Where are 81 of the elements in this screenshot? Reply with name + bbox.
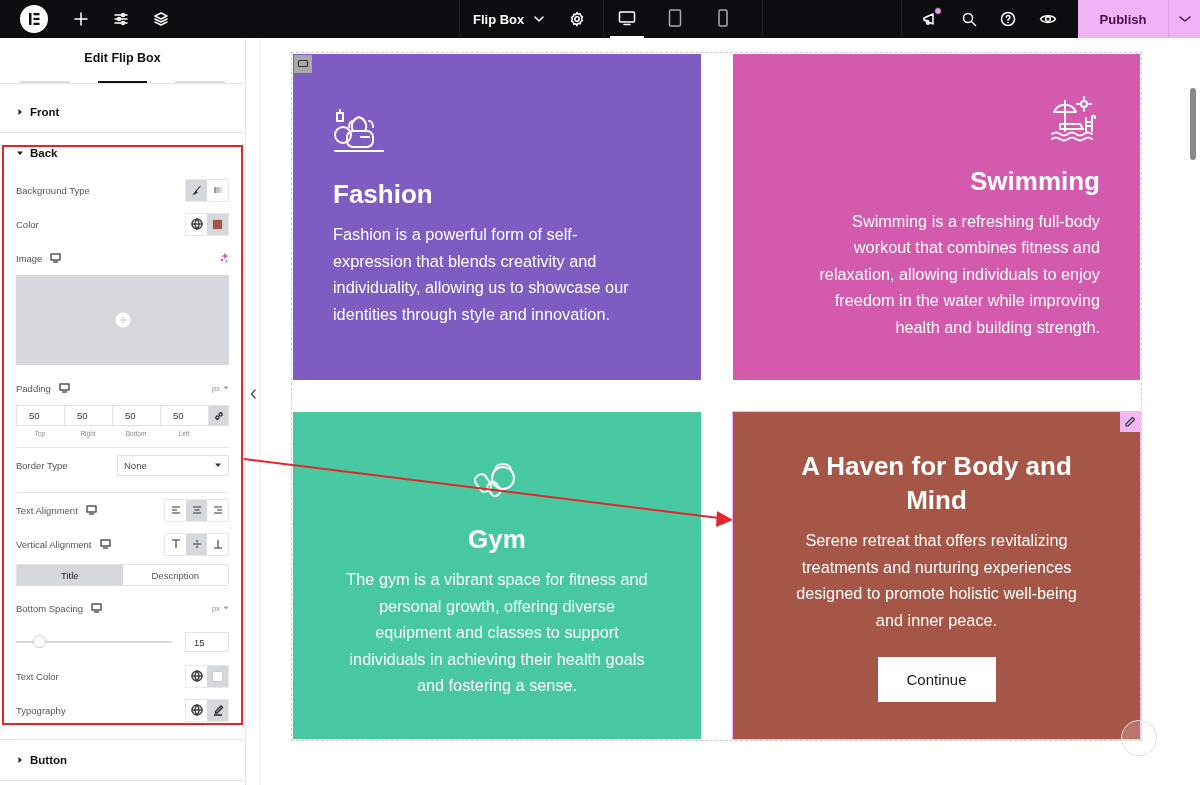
align-center-button[interactable] (186, 499, 207, 521)
desktop-icon[interactable] (50, 253, 62, 263)
section-header[interactable]: Front (0, 92, 245, 132)
align-bottom-icon[interactable] (211, 538, 224, 550)
desktop-icon[interactable] (99, 539, 111, 549)
control-label: Image (16, 252, 43, 264)
control-label: Background Type (16, 184, 90, 196)
settings-icon[interactable] (569, 11, 586, 27)
align-middle-icon[interactable] (190, 538, 203, 550)
align-center-icon[interactable] (190, 504, 203, 516)
card-description: Serene retreat that offers revitalizing treatments and nurturing experiences designed to promote holistic well-being and inner peace. (795, 530, 1078, 631)
section-header[interactable]: Back (0, 133, 245, 173)
desktop-icon[interactable] (58, 383, 70, 393)
align-middle-button[interactable] (186, 533, 207, 555)
control-label: Color (16, 218, 39, 230)
scrollbar-thumb[interactable] (1190, 88, 1196, 160)
tablet-icon[interactable] (668, 9, 683, 27)
resize-handle[interactable] (1121, 720, 1157, 756)
control-label: Text Alignment (16, 504, 78, 516)
border-type-select[interactable]: None (117, 454, 229, 476)
mobile-icon[interactable] (718, 9, 729, 27)
search-icon[interactable] (961, 11, 977, 27)
dropdown-arrow-icon[interactable] (214, 462, 222, 468)
control-label: Text Color (16, 670, 59, 682)
continue-button[interactable]: Continue (877, 657, 996, 702)
edit-typography-button[interactable] (207, 699, 228, 721)
chevron-down-icon[interactable] (1177, 15, 1192, 23)
control-label: Border Type (16, 459, 68, 471)
card-title: Fashion (333, 178, 433, 211)
control-label: Vertical Alignment (16, 538, 92, 550)
desktop-icon[interactable] (91, 603, 103, 613)
settings-sliders-icon[interactable] (113, 11, 129, 27)
cosmetics-icon (333, 107, 385, 155)
control-label: Padding (16, 382, 51, 394)
padding-input[interactable]: 50 (64, 405, 112, 426)
globe-icon[interactable] (190, 218, 203, 230)
globe-icon[interactable] (190, 704, 203, 716)
layers-icon[interactable] (153, 11, 169, 27)
publish-button[interactable]: Publish (1078, 0, 1168, 38)
desktop-icon[interactable] (618, 10, 637, 26)
card-description: The gym is a vibrant space for fitness and personal growth, offering diverse equipment and classes to support individuals in achieving their health goals and fostering a sense. (345, 569, 649, 697)
globe-icon[interactable] (190, 670, 203, 682)
align-top-icon[interactable] (169, 538, 182, 550)
number-input[interactable]: 15 (185, 632, 229, 652)
add-element-icon[interactable] (73, 11, 89, 27)
caret-right-icon[interactable] (16, 756, 24, 764)
card-title: Swimming (970, 164, 1100, 198)
logo-icon[interactable] (19, 4, 49, 34)
align-left-icon[interactable] (169, 504, 182, 516)
panel-title: Edit Flip Box (83, 50, 162, 67)
collapse-panel-icon[interactable] (249, 388, 256, 399)
section-handle-icon[interactable] (294, 55, 312, 73)
align-right-icon[interactable] (211, 504, 224, 516)
padding-input[interactable]: 50 (112, 405, 160, 426)
card-title: Gym (468, 523, 526, 557)
gradient-background-icon[interactable] (211, 184, 224, 196)
padding-input[interactable]: 50 (160, 405, 208, 426)
edit-icon[interactable] (1120, 412, 1140, 432)
dropdown-caret-icon[interactable] (223, 386, 229, 390)
color-picker-button[interactable] (207, 665, 228, 687)
card-description: Swimming is a refreshing full-body workout that combines fitness and relaxation, allowing individuals to enjoy freedom in the water while improving health and building strength. (818, 210, 1100, 338)
desktop-icon[interactable] (85, 505, 97, 515)
dropdown-caret-icon[interactable] (223, 606, 229, 610)
control-label: Typography (16, 704, 66, 716)
classic-background-icon[interactable] (190, 184, 203, 196)
classic-background-button[interactable] (186, 179, 207, 201)
switcher-tab[interactable]: Title (17, 565, 123, 585)
control-label: Bottom Spacing (16, 602, 84, 614)
section-header[interactable]: Button (0, 740, 245, 780)
slider-handle[interactable] (33, 635, 47, 648)
card-title: A Haven for Body and Mind (800, 450, 1073, 517)
caret-right-icon[interactable] (16, 108, 24, 116)
pencil-icon[interactable] (211, 704, 224, 716)
padding-input[interactable]: 50 (16, 405, 64, 426)
help-icon[interactable] (1000, 11, 1016, 27)
document-title-button[interactable]: Flip Box (473, 11, 546, 27)
sparkle-icon[interactable] (219, 253, 229, 263)
card-description: Fashion is a powerful form of self-expression that blends creativity and individuality, allowing us to showcase our identities through style and innovation. (333, 224, 630, 325)
color-picker-button[interactable] (207, 213, 228, 235)
caret-down-icon[interactable] (16, 149, 24, 157)
preview-icon[interactable] (1039, 12, 1057, 26)
